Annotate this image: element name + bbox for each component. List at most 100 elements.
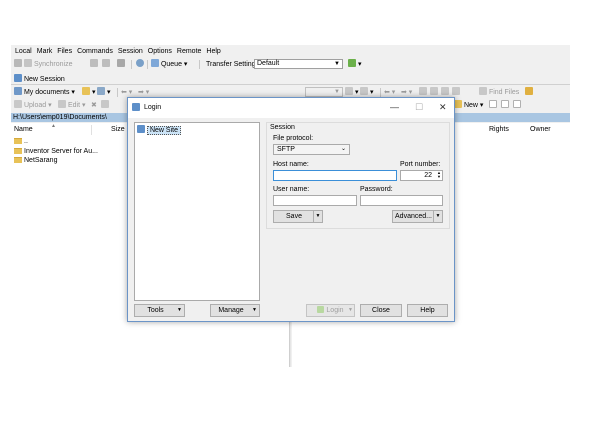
tools-button[interactable]: Tools ▼ [134, 304, 185, 317]
password-label: Password: [360, 186, 393, 193]
help-button[interactable]: Help [407, 304, 448, 317]
chevron-down-icon: ▼ [334, 61, 340, 67]
filter-icon[interactable]: ▾ [97, 87, 110, 98]
column-size-header[interactable]: Size [111, 125, 125, 135]
new-icon [454, 100, 462, 108]
compare-icon[interactable] [14, 59, 22, 70]
manage-button[interactable]: Manage ▼ [210, 304, 260, 317]
queue-icon [151, 59, 159, 67]
folder-icon [14, 157, 22, 163]
folder-icon [14, 148, 22, 154]
documents-icon [14, 87, 22, 95]
tab-new-session[interactable]: New Session [14, 74, 65, 85]
menu-bar: Local Mark Files Commands Session Options Remo… [11, 47, 570, 57]
save-button[interactable]: Save ▼ [273, 210, 323, 223]
menu-options[interactable]: Options [148, 47, 172, 57]
host-name-input[interactable] [273, 170, 397, 181]
transfer-settings-select[interactable]: Default ▼ [254, 59, 343, 69]
delete-icon[interactable]: ✖ [91, 100, 97, 111]
properties-icon[interactable] [101, 100, 109, 111]
unselect-icon[interactable] [501, 100, 509, 111]
menu-files[interactable]: Files [57, 47, 72, 57]
menu-commands[interactable]: Commands [77, 47, 113, 57]
chevron-down-icon: ⌄ [340, 146, 346, 152]
minimize-button[interactable]: — [390, 102, 399, 112]
column-rights-header[interactable]: Rights [489, 125, 509, 135]
close-button[interactable]: Close [360, 304, 402, 317]
chevron-down-icon[interactable]: ▼ [433, 211, 442, 222]
edit-button[interactable]: Edit ▾ [58, 100, 85, 111]
list-item[interactable]: .. [14, 137, 28, 146]
menu-help[interactable]: Help [206, 47, 220, 57]
menu-mark[interactable]: Mark [37, 47, 53, 57]
menu-remote[interactable]: Remote [177, 47, 202, 57]
close-icon[interactable]: ✕ [439, 102, 447, 113]
find-files-icon [479, 87, 487, 95]
list-item[interactable]: NetSarang [14, 156, 57, 165]
maximize-button[interactable]: ☐ [415, 102, 423, 113]
find-files-button[interactable]: Find Files [479, 87, 519, 98]
site-item-new-site[interactable]: New Site [137, 125, 181, 135]
file-protocol-select[interactable]: SFTP ⌄ [273, 144, 350, 155]
advanced-button[interactable]: Advanced... ▼ [392, 210, 443, 223]
remote-path-select[interactable]: ▼ [305, 87, 343, 97]
transfer-preset-icon[interactable]: ▾ [348, 59, 361, 70]
login-dialog: Login — ☐ ✕ New Site Session File protoc… [127, 97, 455, 322]
column-owner-header[interactable]: Owner [530, 125, 551, 135]
upload-button[interactable]: Upload ▾ [14, 100, 52, 111]
session-group: Session File protocol: SFTP ⌄ Host name:… [266, 122, 450, 229]
dialog-title: Login [144, 104, 162, 111]
login-icon [317, 306, 325, 313]
dialog-titlebar[interactable]: Login — ☐ ✕ [128, 98, 454, 118]
new-site-icon [137, 125, 145, 133]
transfer-settings-label: Transfer Settings [206, 61, 260, 68]
toolbar-divider [117, 88, 118, 97]
new-session-icon [14, 74, 22, 82]
chevron-down-icon: ▼ [348, 307, 353, 313]
synchronize-icon [24, 59, 32, 67]
session-tabs: New Session [11, 73, 570, 85]
select-all-icon[interactable] [513, 100, 521, 111]
host-name-label: Host name: [273, 161, 309, 168]
user-name-label: User name: [273, 186, 310, 193]
queue-button[interactable]: Queue ▾ [151, 59, 187, 70]
chevron-down-icon[interactable]: ▼ [250, 305, 259, 316]
sync-paths-icon[interactable] [525, 87, 533, 98]
sync-browse-icon[interactable] [90, 59, 98, 70]
toolbar-divider [147, 60, 148, 69]
preferences-icon[interactable] [136, 59, 144, 70]
site-tree[interactable]: New Site [134, 122, 260, 301]
list-item[interactable]: Inventor Server for Au... [14, 147, 98, 156]
login-app-icon [132, 103, 140, 112]
synchronize-button[interactable]: Synchronize [24, 59, 72, 70]
edit-icon [58, 100, 66, 108]
port-number-stepper[interactable]: 22 ▲ ▼ [400, 170, 443, 181]
open-folder-icon[interactable]: ▾ [82, 87, 95, 98]
menu-session[interactable]: Session [118, 47, 143, 57]
session-group-label: Session [270, 124, 295, 131]
parent-folder-icon [14, 138, 22, 144]
toolbar-divider [199, 60, 200, 69]
password-input[interactable] [360, 195, 443, 206]
spin-arrows-icon[interactable]: ▲ ▼ [437, 171, 441, 179]
select-icon[interactable] [489, 100, 497, 111]
my-documents-button[interactable]: My documents ▾ [14, 87, 75, 98]
refresh-icon[interactable] [117, 59, 125, 70]
new-button[interactable]: New ▾ [454, 100, 483, 111]
user-name-input[interactable] [273, 195, 357, 206]
toolbar-divider [131, 60, 132, 69]
column-name-header[interactable]: Name [14, 125, 33, 135]
chevron-down-icon[interactable]: ▼ [313, 211, 322, 222]
toolbar-divider [380, 88, 381, 97]
menu-local[interactable]: Local [15, 47, 32, 57]
column-divider [91, 125, 92, 135]
file-protocol-label: File protocol: [273, 135, 314, 142]
find-icon[interactable] [102, 59, 110, 70]
chevron-down-icon: ▼ [334, 89, 340, 95]
chevron-down-icon[interactable]: ▼ [175, 305, 184, 316]
main-toolbar: Synchronize Queue ▾ Transfer Settings De… [11, 58, 570, 71]
login-button[interactable]: Login ▼ [306, 304, 355, 317]
port-number-label: Port number: [400, 161, 441, 168]
upload-icon [14, 100, 22, 108]
sort-up-icon: ▲ [51, 123, 56, 129]
